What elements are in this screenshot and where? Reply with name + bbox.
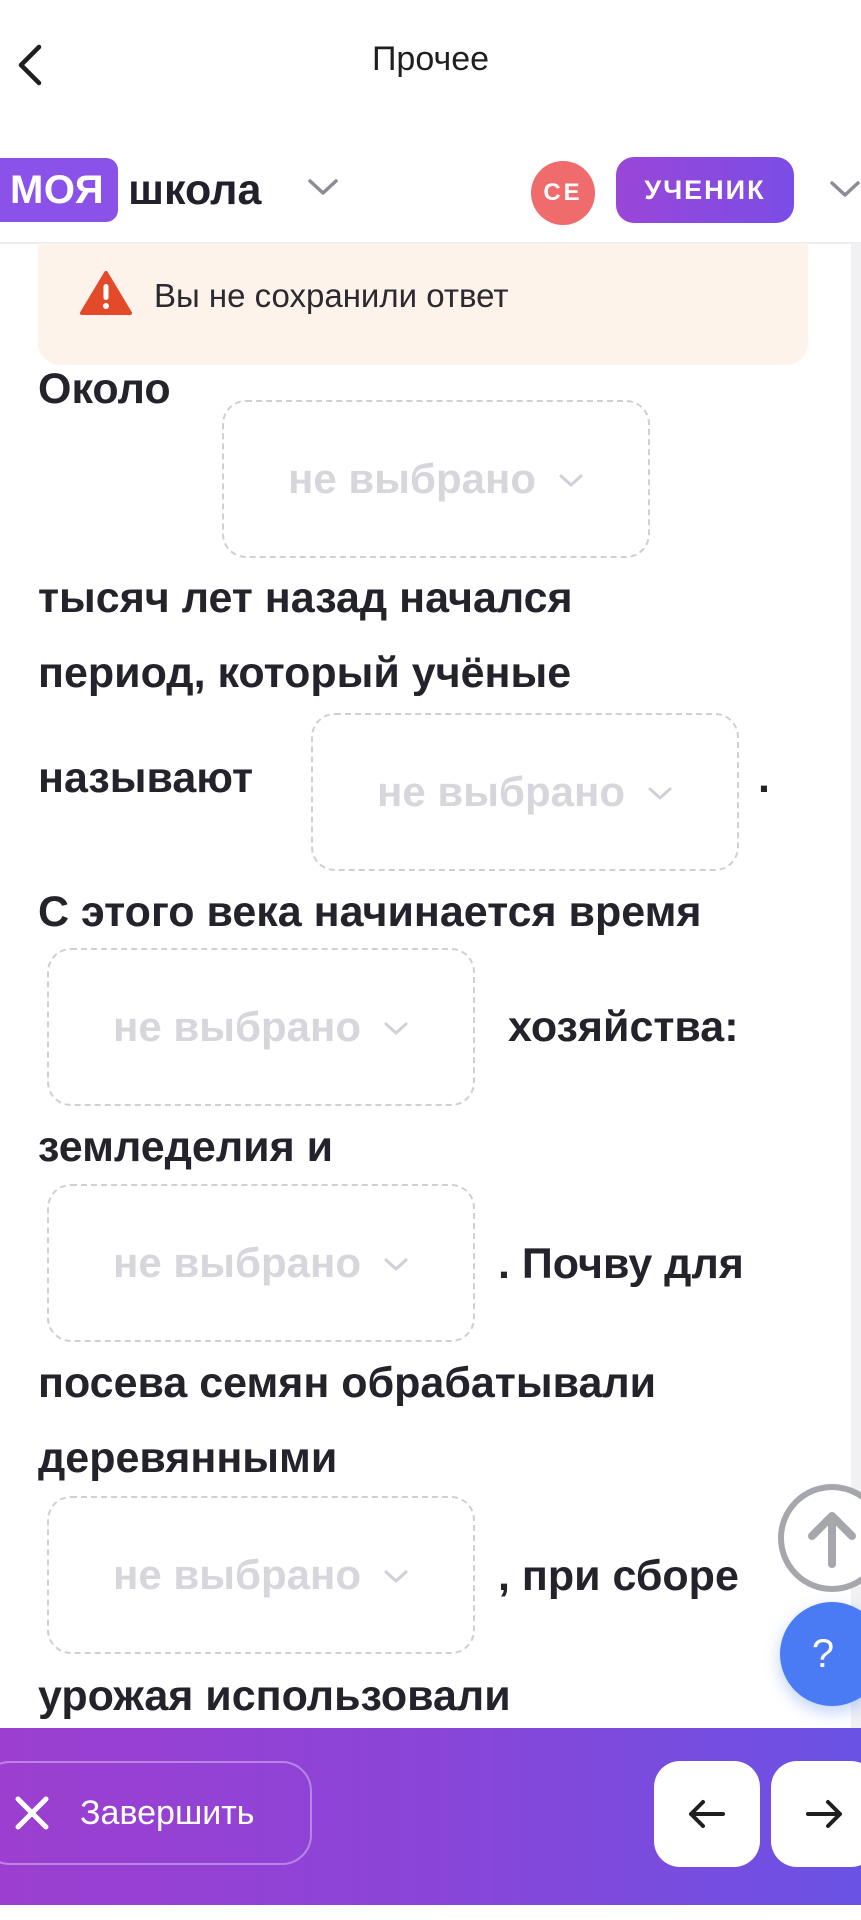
school-bar: МОЯ школа СЕ УЧЕНИК xyxy=(0,140,861,244)
exercise-text: называют xyxy=(38,754,253,802)
exercise-text: С этого века начинается время xyxy=(38,888,702,936)
top-navigation: Прочее xyxy=(0,0,861,130)
dropdown-placeholder: не выбрано xyxy=(112,1239,362,1286)
finish-button[interactable]: Завершить xyxy=(0,1761,312,1865)
close-icon xyxy=(15,1796,49,1830)
dropdown-placeholder: не выбрано xyxy=(376,768,626,815)
brand-badge: МОЯ xyxy=(0,158,119,222)
dropdown-placeholder: не выбрано xyxy=(112,1551,362,1598)
exercise-text: деревянными xyxy=(38,1434,338,1482)
chevron-down-icon[interactable] xyxy=(306,176,340,198)
exercise-content: Вы не сохранили ответ Около не выбрано т… xyxy=(0,243,851,1728)
answer-dropdown-3[interactable]: не выбрано xyxy=(47,948,475,1106)
dropdown-placeholder: не выбрано xyxy=(287,455,537,502)
page: Прочее МОЯ школа СЕ УЧЕНИК Вы не сохрани… xyxy=(0,0,861,1920)
bottom-action-bar: Завершить xyxy=(0,1728,861,1905)
chevron-down-icon[interactable] xyxy=(828,178,861,200)
exercise-text: , при сборе xyxy=(498,1552,739,1600)
exercise-text: . xyxy=(758,754,770,802)
finish-label: Завершить xyxy=(80,1793,255,1832)
next-button[interactable] xyxy=(771,1761,861,1867)
brand-text: школа xyxy=(128,165,262,214)
unsaved-warning: Вы не сохранили ответ xyxy=(38,243,808,365)
chevron-down-icon xyxy=(384,1570,408,1583)
answer-dropdown-5[interactable]: не выбрано xyxy=(47,1496,475,1654)
chevron-down-icon xyxy=(559,474,583,487)
exercise-text: период, который учёные xyxy=(38,649,572,697)
exercise-text: земледелия и xyxy=(38,1123,334,1171)
chevron-down-icon xyxy=(384,1258,408,1271)
brand-selector[interactable]: МОЯ школа xyxy=(0,158,261,222)
exercise-text: . Почву для xyxy=(498,1240,744,1288)
answer-dropdown-1[interactable]: не выбрано xyxy=(222,400,650,558)
answer-dropdown-4[interactable]: не выбрано xyxy=(47,1184,475,1342)
avatar[interactable]: СЕ xyxy=(531,161,595,225)
arrow-right-icon xyxy=(806,1800,842,1828)
answer-dropdown-2[interactable]: не выбрано xyxy=(311,713,739,871)
role-badge[interactable]: УЧЕНИК xyxy=(616,157,794,223)
help-label: ? xyxy=(811,1631,835,1676)
dropdown-placeholder: не выбрано xyxy=(112,1003,362,1050)
exercise-text: хозяйства: xyxy=(508,1003,739,1051)
bottom-safe-area xyxy=(0,1905,861,1920)
exercise-text: Около xyxy=(38,365,171,413)
chevron-down-icon xyxy=(648,787,672,800)
arrow-up-icon xyxy=(808,1512,856,1568)
exercise-text: урожая использовали xyxy=(38,1672,511,1720)
page-title: Прочее xyxy=(371,40,490,78)
warning-text: Вы не сохранили ответ xyxy=(154,277,509,314)
warning-triangle-icon xyxy=(80,271,132,315)
exercise-text: тысяч лет назад начался xyxy=(38,574,573,622)
arrow-left-icon xyxy=(689,1800,725,1828)
chevron-down-icon xyxy=(384,1022,408,1035)
exercise-text: посева семян обрабатывали xyxy=(38,1359,657,1407)
prev-button[interactable] xyxy=(654,1761,760,1867)
